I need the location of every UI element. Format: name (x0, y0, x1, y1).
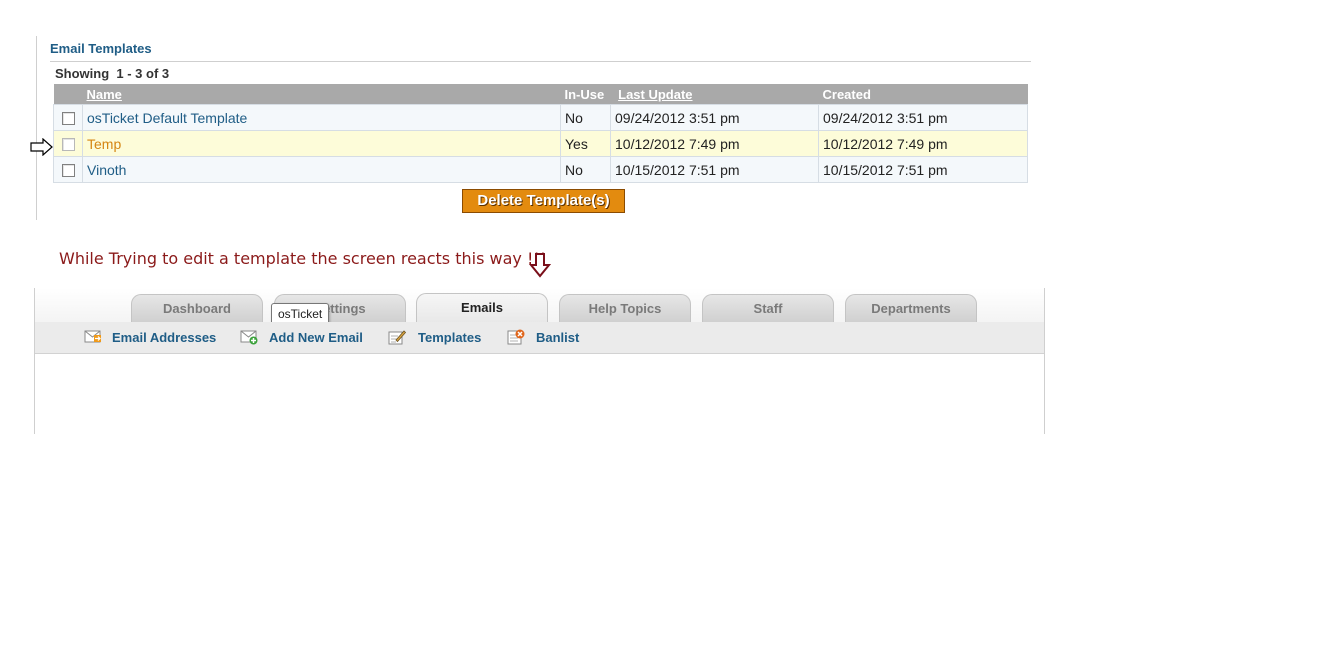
panel-left-border (36, 36, 37, 220)
delete-templates-button[interactable]: Delete Template(s) (462, 189, 625, 213)
subnav-banlist[interactable]: Banlist (536, 322, 579, 353)
in-use-cell: No (560, 156, 611, 183)
tab-staff[interactable]: Staff (702, 294, 834, 322)
banlist-icon (507, 329, 525, 345)
created-cell: 10/15/2012 7:51 pm (818, 156, 1028, 183)
table-row: osTicket Default Template No 09/24/2012 … (53, 104, 1028, 131)
table-header-row: Name In-Use Last Update Created (53, 84, 1028, 105)
header-created: Created (818, 84, 1028, 105)
last-update-cell: 10/15/2012 7:51 pm (610, 156, 819, 183)
email-addresses-icon (84, 330, 101, 343)
template-name-link[interactable]: osTicket Default Template (87, 110, 247, 126)
templates-icon (388, 330, 406, 345)
row-checkbox[interactable] (61, 164, 75, 178)
header-in-use: In-Use (560, 84, 611, 105)
template-name-link[interactable]: Temp (87, 136, 121, 152)
tab-departments[interactable]: Departments (845, 294, 977, 322)
tab-emails[interactable]: Emails (416, 293, 548, 323)
arrow-down-icon (529, 253, 551, 278)
tab-help-topics[interactable]: Help Topics (559, 294, 691, 322)
panel-divider (50, 61, 1031, 62)
panel-title: Email Templates (50, 41, 152, 56)
showing-count: Showing 1 - 3 of 3 (55, 66, 170, 81)
row-checkbox[interactable] (61, 138, 75, 152)
table-row: Temp Yes 10/12/2012 7:49 pm 10/12/2012 7… (53, 130, 1028, 157)
subnav-templates[interactable]: Templates (418, 322, 481, 353)
in-use-cell: No (560, 104, 611, 131)
last-update-cell: 09/24/2012 3:51 pm (610, 104, 819, 131)
sub-nav: Email Addresses Add New Email Templates … (35, 322, 1044, 354)
in-use-cell: Yes (560, 130, 611, 157)
row-checkbox[interactable] (61, 112, 75, 126)
subnav-add-new-email[interactable]: Add New Email (269, 322, 363, 353)
template-name-link[interactable]: Vinoth (87, 162, 126, 178)
templates-table: Name In-Use Last Update Created osTicket… (53, 84, 1028, 183)
tab-bar: Dashboard Settings Emails Help Topics St… (35, 288, 1044, 325)
arrow-right-icon (30, 138, 53, 156)
subnav-email-addresses[interactable]: Email Addresses (112, 322, 216, 353)
created-cell: 10/12/2012 7:49 pm (818, 130, 1028, 157)
add-email-icon (240, 330, 258, 345)
tab-dashboard[interactable]: Dashboard (131, 294, 263, 322)
last-update-cell: 10/12/2012 7:49 pm (610, 130, 819, 157)
annotation-text: While Trying to edit a template the scre… (59, 249, 547, 268)
header-name[interactable]: Name (82, 84, 561, 105)
admin-nav-frame: Dashboard Settings Emails Help Topics St… (34, 288, 1045, 434)
header-select-col (53, 84, 83, 105)
header-last-update[interactable]: Last Update (610, 84, 819, 105)
created-cell: 09/24/2012 3:51 pm (818, 104, 1028, 131)
table-row: Vinoth No 10/15/2012 7:51 pm 10/15/2012 … (53, 156, 1028, 183)
